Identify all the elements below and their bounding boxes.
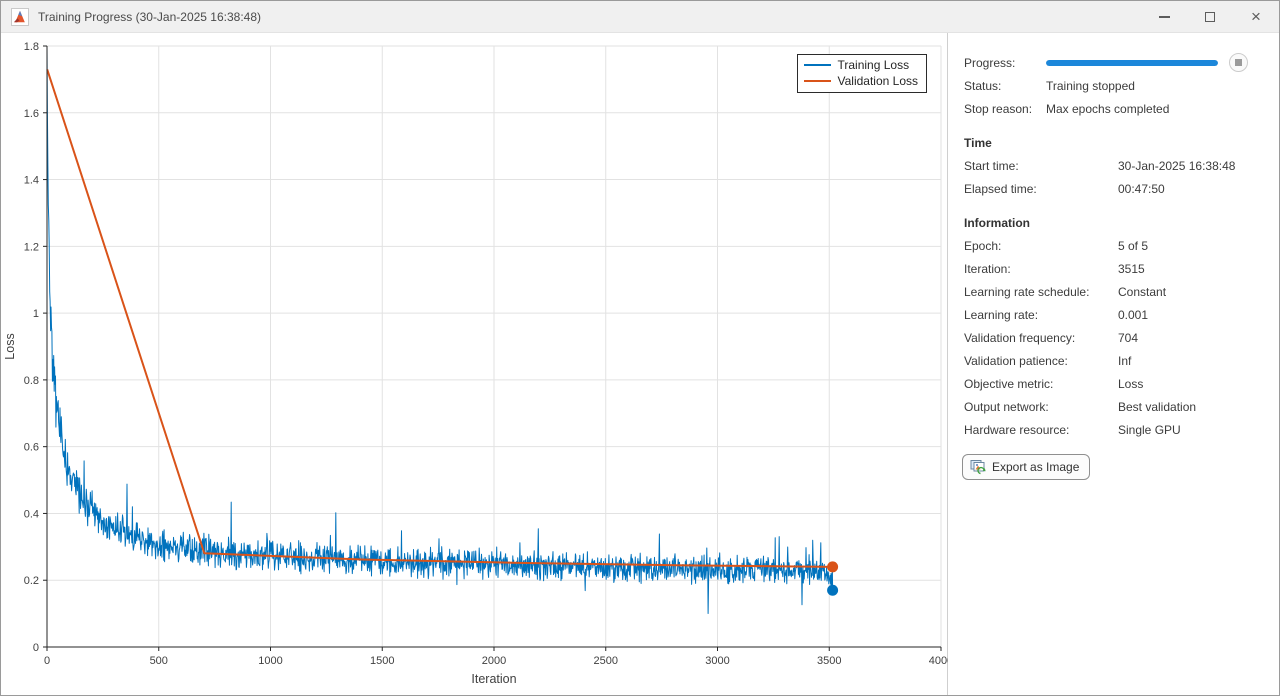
svg-text:0.8: 0.8 bbox=[24, 375, 39, 387]
elapsed-time-label: Elapsed time: bbox=[964, 182, 1118, 196]
minimize-button[interactable] bbox=[1141, 1, 1187, 32]
status-value: Training stopped bbox=[1046, 79, 1135, 93]
elapsed-time-row: Elapsed time: 00:47:50 bbox=[949, 177, 1279, 200]
minimize-icon bbox=[1159, 16, 1170, 18]
stop-reason-value: Max epochs completed bbox=[1046, 102, 1169, 116]
svg-text:2000: 2000 bbox=[482, 655, 506, 667]
svg-text:1000: 1000 bbox=[258, 655, 282, 667]
iteration-label: Iteration: bbox=[964, 262, 1118, 276]
close-button[interactable]: × bbox=[1233, 1, 1279, 32]
matlab-logo-icon bbox=[11, 8, 29, 26]
legend-label: Validation Loss bbox=[838, 74, 919, 88]
maximize-icon bbox=[1205, 12, 1215, 22]
lr-schedule-row: Learning rate schedule: Constant bbox=[949, 280, 1279, 303]
svg-text:Iteration: Iteration bbox=[471, 672, 516, 686]
svg-text:0: 0 bbox=[33, 642, 39, 654]
validation-patience-label: Validation patience: bbox=[964, 354, 1118, 368]
training-loss-line-sample bbox=[804, 64, 831, 66]
iteration-value: 3515 bbox=[1118, 262, 1145, 276]
export-image-icon bbox=[970, 459, 986, 475]
window-title: Training Progress (30-Jan-2025 16:38:48) bbox=[38, 10, 261, 24]
training-progress-window: Training Progress (30-Jan-2025 16:38:48)… bbox=[0, 0, 1280, 696]
learning-rate-value: 0.001 bbox=[1118, 308, 1148, 322]
progress-row: Progress: bbox=[949, 51, 1279, 74]
svg-text:0.4: 0.4 bbox=[24, 508, 39, 520]
hardware-resource-value: Single GPU bbox=[1118, 423, 1181, 437]
hardware-resource-label: Hardware resource: bbox=[964, 423, 1118, 437]
output-network-row: Output network: Best validation bbox=[949, 395, 1279, 418]
legend-entry-training: Training Loss bbox=[804, 57, 919, 73]
start-time-value: 30-Jan-2025 16:38:48 bbox=[1118, 159, 1235, 173]
learning-rate-label: Learning rate: bbox=[964, 308, 1118, 322]
svg-text:0.6: 0.6 bbox=[24, 442, 39, 454]
time-section-header: Time bbox=[949, 131, 1279, 154]
legend-entry-validation: Validation Loss bbox=[804, 73, 919, 89]
svg-text:500: 500 bbox=[150, 655, 168, 667]
svg-text:1.6: 1.6 bbox=[24, 108, 39, 120]
objective-metric-value: Loss bbox=[1118, 377, 1143, 391]
information-section-header: Information bbox=[949, 211, 1279, 234]
svg-text:1.4: 1.4 bbox=[24, 175, 39, 187]
loss-chart: 0 500 1000 1500 2000 2500 3000 3500 4000 0 0.2 0.4 0… bbox=[1, 33, 948, 695]
chart-legend[interactable]: Training Loss Validation Loss bbox=[797, 54, 928, 93]
learning-rate-row: Learning rate: 0.001 bbox=[949, 303, 1279, 326]
export-button-label: Export as Image bbox=[992, 460, 1079, 474]
close-icon: × bbox=[1251, 8, 1261, 25]
stop-reason-row: Stop reason: Max epochs completed bbox=[949, 97, 1279, 120]
svg-text:0: 0 bbox=[44, 655, 50, 667]
validation-frequency-label: Validation frequency: bbox=[964, 331, 1118, 345]
validation-patience-row: Validation patience: Inf bbox=[949, 349, 1279, 372]
progress-bar-fill bbox=[1046, 60, 1218, 66]
hardware-resource-row: Hardware resource: Single GPU bbox=[949, 418, 1279, 441]
stop-icon bbox=[1235, 59, 1242, 66]
progress-label: Progress: bbox=[964, 56, 1046, 70]
svg-text:0.2: 0.2 bbox=[24, 575, 39, 587]
validation-frequency-value: 704 bbox=[1118, 331, 1138, 345]
svg-text:1500: 1500 bbox=[370, 655, 394, 667]
legend-label: Training Loss bbox=[838, 58, 910, 72]
validation-loss-line-sample bbox=[804, 80, 831, 82]
svg-text:1.8: 1.8 bbox=[24, 41, 39, 53]
validation-frequency-row: Validation frequency: 704 bbox=[949, 326, 1279, 349]
svg-text:1.2: 1.2 bbox=[24, 241, 39, 253]
title-bar[interactable]: Training Progress (30-Jan-2025 16:38:48)… bbox=[1, 1, 1279, 33]
lr-schedule-label: Learning rate schedule: bbox=[964, 285, 1118, 299]
status-row: Status: Training stopped bbox=[949, 74, 1279, 97]
objective-metric-row: Objective metric: Loss bbox=[949, 372, 1279, 395]
svg-text:2500: 2500 bbox=[594, 655, 618, 667]
output-network-label: Output network: bbox=[964, 400, 1118, 414]
start-time-label: Start time: bbox=[964, 159, 1118, 173]
svg-text:3000: 3000 bbox=[705, 655, 729, 667]
svg-text:1: 1 bbox=[33, 308, 39, 320]
objective-metric-label: Objective metric: bbox=[964, 377, 1118, 391]
lr-schedule-value: Constant bbox=[1118, 285, 1166, 299]
status-label: Status: bbox=[964, 79, 1046, 93]
training-info-panel: Progress: Status: Training stopped Stop … bbox=[949, 33, 1279, 695]
loss-chart-area: 0 500 1000 1500 2000 2500 3000 3500 4000 0 0.2 0.4 0… bbox=[1, 33, 948, 695]
validation-patience-value: Inf bbox=[1118, 354, 1131, 368]
svg-text:3500: 3500 bbox=[817, 655, 841, 667]
svg-text:4000: 4000 bbox=[929, 655, 948, 667]
iteration-row: Iteration: 3515 bbox=[949, 257, 1279, 280]
epoch-value: 5 of 5 bbox=[1118, 239, 1148, 253]
output-network-value: Best validation bbox=[1118, 400, 1196, 414]
export-as-image-button[interactable]: Export as Image bbox=[962, 454, 1090, 480]
elapsed-time-value: 00:47:50 bbox=[1118, 182, 1165, 196]
stop-training-button[interactable] bbox=[1229, 53, 1248, 72]
epoch-label: Epoch: bbox=[964, 239, 1118, 253]
maximize-button[interactable] bbox=[1187, 1, 1233, 32]
svg-text:Loss: Loss bbox=[3, 333, 17, 359]
start-time-row: Start time: 30-Jan-2025 16:38:48 bbox=[949, 154, 1279, 177]
stop-reason-label: Stop reason: bbox=[964, 102, 1046, 116]
epoch-row: Epoch: 5 of 5 bbox=[949, 234, 1279, 257]
progress-bar bbox=[1046, 60, 1218, 66]
